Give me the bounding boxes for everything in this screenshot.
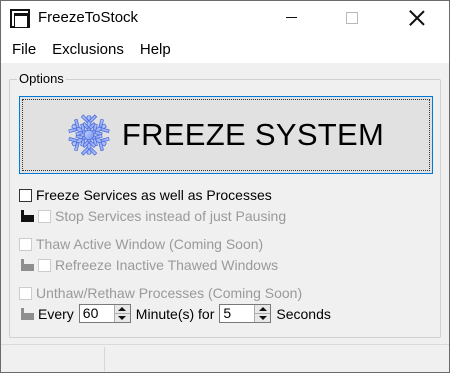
thaw-active-row: Thaw Active Window (Coming Soon) [19,236,263,252]
thaw-active-label: Thaw Active Window (Coming Soon) [36,236,264,252]
app-window: FreezeToStock File Exclusions Help Optio… [0,0,450,373]
seconds-label: Seconds [276,305,331,322]
arrow-up-icon [118,307,127,311]
status-bar [1,344,449,372]
indent-arrow-icon [19,307,35,321]
arrow-up-icon [258,307,267,311]
snowflake-icon [67,114,110,156]
seconds-up-button[interactable] [255,305,271,314]
minimize-button[interactable] [268,1,314,34]
refreeze-inactive-row: Refreeze Inactive Thawed Windows [19,257,278,273]
minutes-down-button[interactable] [114,314,130,322]
menu-file[interactable]: File [4,39,44,61]
maximize-button[interactable] [329,1,375,34]
unthaw-rethaw-checkbox[interactable] [19,286,32,300]
freeze-system-button[interactable]: FREEZE SYSTEM [19,96,433,174]
app-window-icon [10,9,30,28]
menu-exclusions[interactable]: Exclusions [44,39,132,61]
minutes-up-button[interactable] [114,305,130,314]
seconds-stepper[interactable] [219,304,272,323]
refreeze-inactive-checkbox[interactable] [38,258,51,272]
stop-services-row: Stop Services instead of just Pausing [19,208,286,224]
menu-help[interactable]: Help [132,39,179,61]
close-icon [409,10,425,26]
arrow-down-icon [258,316,267,320]
status-panel [107,347,447,371]
maximize-icon [346,11,358,24]
every-label: Every [38,305,74,322]
unthaw-rethaw-label: Unthaw/Rethaw Processes (Coming Soon) [36,285,303,301]
minutes-stepper[interactable] [78,304,131,323]
unthaw-rethaw-row: Unthaw/Rethaw Processes (Coming Soon) [19,285,302,301]
stop-services-checkbox[interactable] [38,209,51,223]
minutes-label: Minute(s) for [135,305,215,322]
options-group-label: Options [17,71,66,86]
indent-arrow-icon [19,258,35,272]
status-panel [3,347,105,371]
close-button[interactable] [394,1,440,34]
stop-services-label: Stop Services instead of just Pausing [55,208,287,224]
minimize-icon [285,17,297,18]
freeze-services-checkbox[interactable] [19,188,32,202]
menu-bar: File Exclusions Help [1,37,449,63]
indent-arrow-icon [19,209,35,223]
freeze-services-label[interactable]: Freeze Services as well as Processes [36,187,272,203]
freeze-services-row[interactable]: Freeze Services as well as Processes [19,187,272,203]
every-interval-row: Every Minute(s) for Seconds [19,304,331,323]
minutes-input[interactable] [79,305,114,322]
refreeze-inactive-label: Refreeze Inactive Thawed Windows [55,257,279,273]
title-bar[interactable]: FreezeToStock [1,1,449,37]
freeze-system-label: FREEZE SYSTEM [121,117,385,152]
seconds-down-button[interactable] [255,314,271,322]
window-title: FreezeToStock [38,9,139,26]
thaw-active-checkbox[interactable] [19,237,32,251]
arrow-down-icon [118,316,127,320]
seconds-input[interactable] [220,305,255,322]
